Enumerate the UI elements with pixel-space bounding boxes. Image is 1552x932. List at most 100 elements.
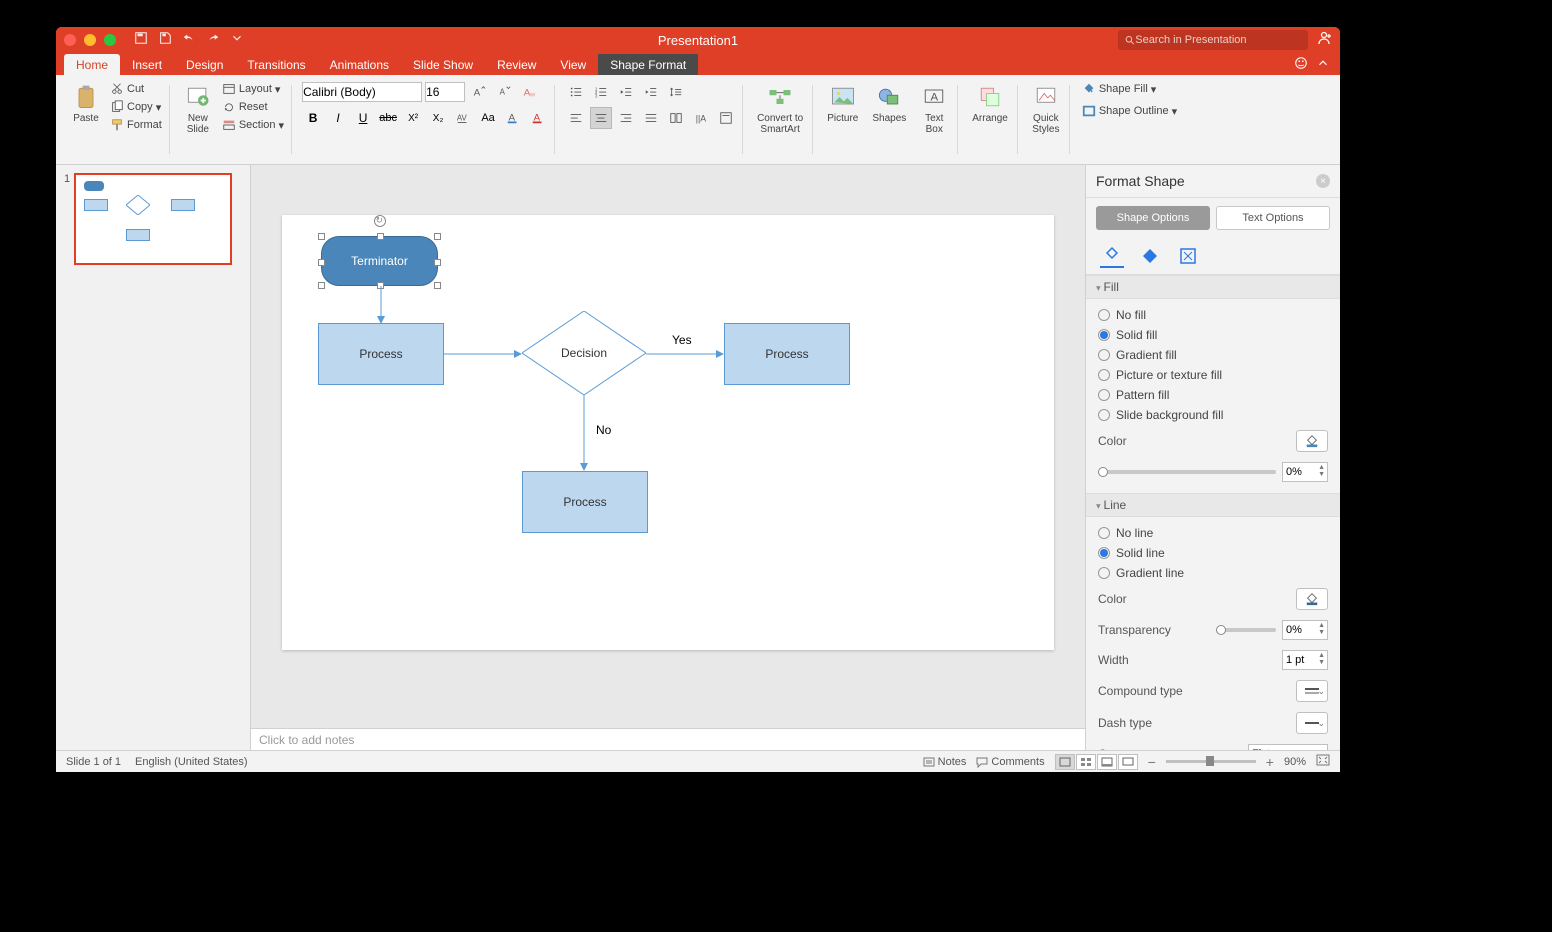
numbering-icon[interactable]: 123	[590, 81, 612, 103]
line-spacing-icon[interactable]	[665, 81, 687, 103]
line-transparency-spin[interactable]: 0%▲▼	[1282, 620, 1328, 640]
grow-font-icon[interactable]: A	[468, 81, 490, 103]
connector-arrow[interactable]	[377, 286, 385, 324]
slide-thumbnail-1[interactable]	[74, 173, 232, 265]
shape-process-2[interactable]: Process	[724, 323, 850, 385]
compound-type-combo[interactable]	[1296, 680, 1328, 702]
font-color-icon[interactable]: A	[527, 107, 549, 129]
slideshow-view-icon[interactable]	[1118, 754, 1138, 770]
rotate-handle-icon[interactable]	[374, 215, 386, 227]
fill-picture-radio[interactable]: Picture or texture fill	[1098, 365, 1328, 385]
fill-gradient-radio[interactable]: Gradient fill	[1098, 345, 1328, 365]
justify-icon[interactable]	[640, 107, 662, 129]
close-pane-icon[interactable]: ×	[1316, 174, 1330, 188]
line-section-header[interactable]: Line	[1086, 493, 1340, 517]
tab-design[interactable]: Design	[174, 54, 235, 75]
text-direction-icon[interactable]: ||A	[690, 107, 712, 129]
fill-color-button[interactable]	[1296, 430, 1328, 452]
font-size-select[interactable]	[425, 82, 465, 102]
tab-home[interactable]: Home	[64, 54, 120, 75]
dash-type-combo[interactable]	[1296, 712, 1328, 734]
fit-to-window-icon[interactable]	[1316, 754, 1330, 769]
cut-button[interactable]: Cut	[108, 81, 164, 97]
zoom-level[interactable]: 90%	[1284, 756, 1306, 768]
maximize-window-button[interactable]	[104, 34, 116, 46]
reading-view-icon[interactable]	[1097, 754, 1117, 770]
decrease-indent-icon[interactable]	[615, 81, 637, 103]
format-painter-button[interactable]: Format	[108, 117, 164, 133]
connector-arrow[interactable]	[580, 395, 588, 471]
close-window-button[interactable]	[64, 34, 76, 46]
effects-icon[interactable]	[1138, 244, 1162, 268]
text-box-button[interactable]: AText Box	[916, 81, 952, 137]
qat-customize-icon[interactable]	[230, 31, 244, 50]
line-width-spin[interactable]: 1 pt▲▼	[1282, 650, 1328, 670]
zoom-slider[interactable]	[1166, 760, 1256, 763]
fill-pattern-radio[interactable]: Pattern fill	[1098, 385, 1328, 405]
shape-decision[interactable]: Decision	[522, 311, 646, 395]
tab-review[interactable]: Review	[485, 54, 548, 75]
language-indicator[interactable]: English (United States)	[135, 756, 248, 768]
connector-arrow[interactable]	[646, 350, 724, 358]
notes-pane[interactable]: Click to add notes	[251, 728, 1085, 750]
shape-terminator[interactable]: Terminator	[321, 236, 438, 286]
comments-toggle[interactable]: Comments	[976, 756, 1044, 768]
shape-process-1[interactable]: Process	[318, 323, 444, 385]
fill-section-header[interactable]: Fill	[1086, 275, 1340, 299]
redo-icon[interactable]	[206, 31, 220, 50]
underline-icon[interactable]: U	[352, 107, 374, 129]
normal-view-icon[interactable]	[1055, 754, 1075, 770]
strike-icon[interactable]: abc	[377, 107, 399, 129]
italic-icon[interactable]: I	[327, 107, 349, 129]
align-right-icon[interactable]	[615, 107, 637, 129]
section-button[interactable]: Section ▾	[220, 117, 286, 133]
subscript-icon[interactable]: X₂	[427, 107, 449, 129]
line-gradient-radio[interactable]: Gradient line	[1098, 563, 1328, 583]
align-text-icon[interactable]	[715, 107, 737, 129]
font-name-select[interactable]	[302, 82, 422, 102]
align-center-icon[interactable]	[590, 107, 612, 129]
collapse-ribbon-icon[interactable]	[1316, 56, 1330, 75]
reset-button[interactable]: Reset	[220, 99, 286, 115]
picture-button[interactable]: Picture	[823, 81, 862, 137]
fill-solid-radio[interactable]: Solid fill	[1098, 325, 1328, 345]
columns-icon[interactable]	[665, 107, 687, 129]
tab-insert[interactable]: Insert	[120, 54, 174, 75]
clear-format-icon[interactable]: A	[518, 81, 540, 103]
sorter-view-icon[interactable]	[1076, 754, 1096, 770]
line-solid-radio[interactable]: Solid line	[1098, 543, 1328, 563]
fill-transparency-slider[interactable]	[1098, 470, 1276, 474]
increase-indent-icon[interactable]	[640, 81, 662, 103]
minimize-window-button[interactable]	[84, 34, 96, 46]
share-icon[interactable]	[1316, 30, 1332, 51]
save-icon[interactable]	[158, 31, 172, 50]
layout-button[interactable]: Layout ▾	[220, 81, 286, 97]
notes-toggle[interactable]: Notes	[923, 756, 967, 768]
char-spacing-icon[interactable]: AV	[452, 107, 474, 129]
fill-line-icon[interactable]	[1100, 244, 1124, 268]
shape-process-3[interactable]: Process	[522, 471, 648, 533]
convert-smartart-button[interactable]: Convert to SmartArt	[753, 81, 807, 137]
slide-canvas[interactable]: Terminator Process Decisi	[282, 215, 1054, 650]
search-input[interactable]	[1135, 34, 1302, 46]
zoom-in-button[interactable]: +	[1266, 754, 1274, 770]
quick-styles-button[interactable]: Quick Styles	[1028, 81, 1064, 137]
line-none-radio[interactable]: No line	[1098, 523, 1328, 543]
fill-no-fill-radio[interactable]: No fill	[1098, 305, 1328, 325]
shape-fill-button[interactable]: Shape Fill ▾	[1080, 81, 1179, 97]
copy-button[interactable]: Copy ▾	[108, 99, 164, 115]
tab-transitions[interactable]: Transitions	[235, 54, 317, 75]
undo-icon[interactable]	[182, 31, 196, 50]
shape-outline-button[interactable]: Shape Outline ▾	[1080, 103, 1179, 119]
text-options-tab[interactable]: Text Options	[1216, 206, 1330, 230]
tab-shape-format[interactable]: Shape Format	[598, 54, 698, 75]
fill-transparency-spin[interactable]: 0%▲▼	[1282, 462, 1328, 482]
autosave-icon[interactable]	[134, 31, 148, 50]
superscript-icon[interactable]: X²	[402, 107, 424, 129]
change-case-icon[interactable]: Aa	[477, 107, 499, 129]
fill-slidebg-radio[interactable]: Slide background fill	[1098, 405, 1328, 425]
align-left-icon[interactable]	[565, 107, 587, 129]
connector-arrow[interactable]	[444, 350, 522, 358]
tab-view[interactable]: View	[548, 54, 598, 75]
line-color-button[interactable]	[1296, 588, 1328, 610]
